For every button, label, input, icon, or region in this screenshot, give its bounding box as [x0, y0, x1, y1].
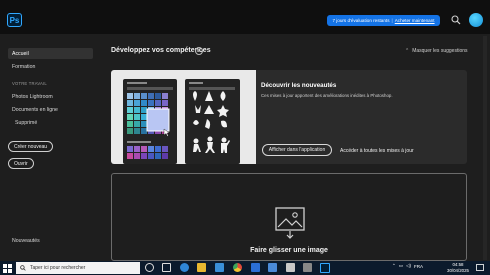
task-view-icon[interactable]: [162, 263, 171, 272]
sidebar-item-label: Photos Lightroom: [12, 93, 53, 100]
app-icon[interactable]: [303, 263, 312, 272]
image-upload-icon: [275, 207, 305, 239]
volume-icon[interactable]: ◁): [406, 263, 411, 269]
photoshop-taskbar-icon[interactable]: [320, 263, 330, 273]
info-icon[interactable]: i: [195, 47, 203, 55]
sidebar-item-home[interactable]: Accueil: [8, 48, 93, 59]
shapes-grid-graphic: [189, 82, 235, 153]
open-button[interactable]: Ouvrir: [8, 158, 34, 169]
card-thumbnail: [111, 70, 256, 164]
word-icon[interactable]: [268, 263, 277, 272]
sidebar-item-whats-new[interactable]: Nouveautés: [8, 235, 93, 246]
hide-suggestions-label: Masquer les suggestions: [412, 48, 468, 54]
system-tray: ⌃ ▭ ◁) FRA: [392, 263, 423, 269]
sidebar-heading-your-work: VOTRE TRAVAIL: [12, 81, 47, 86]
photoshop-logo[interactable]: Ps: [7, 13, 22, 27]
sidebar-item-lightroom-photos[interactable]: Photos Lightroom: [8, 91, 93, 102]
language-indicator[interactable]: FRA: [414, 264, 423, 269]
trial-days-label: 7 jours d'évaluation restants: [332, 18, 390, 23]
hide-suggestions-button[interactable]: ⌃ Masquer les suggestions: [405, 48, 468, 54]
sidebar-item-label: Accueil: [12, 50, 29, 57]
vertical-scrollbar[interactable]: [483, 36, 487, 260]
chrome-icon[interactable]: [233, 263, 242, 272]
search-icon[interactable]: [451, 15, 461, 25]
notification-icon[interactable]: [476, 264, 484, 272]
sidebar-item-label: Nouveautés: [12, 237, 40, 244]
cortana-icon[interactable]: [145, 263, 154, 272]
trial-separator: |: [391, 18, 393, 23]
user-avatar-icon[interactable]: [469, 13, 483, 27]
taskbar-clock[interactable]: 04:58 30/04/2025: [447, 262, 469, 274]
view-in-app-button[interactable]: Afficher dans l'application: [262, 144, 332, 156]
swatches-panel-image: [123, 79, 177, 164]
swatches-grid-graphic: [127, 82, 173, 159]
chevron-up-icon: ⌃: [405, 48, 410, 54]
windows-start-icon[interactable]: [3, 264, 12, 273]
store-icon[interactable]: [215, 263, 224, 272]
app-icon[interactable]: [286, 263, 295, 272]
top-bar: Ps 7 jours d'évaluation restants | Achet…: [0, 0, 490, 34]
file-explorer-icon[interactable]: [197, 263, 206, 272]
sidebar-item-deleted[interactable]: Supprimé: [8, 117, 93, 128]
trial-banner-button[interactable]: 7 jours d'évaluation restants | Acheter …: [327, 15, 440, 26]
sidebar-item-label: Documents en ligne: [12, 106, 58, 113]
sidebar: Accueil Formation VOTRE TRAVAIL Photos L…: [0, 34, 100, 261]
drop-zone-label: Faire glisser une image: [250, 247, 328, 254]
sidebar-item-cloud-documents[interactable]: Documents en ligne: [8, 104, 93, 115]
network-icon[interactable]: ▭: [399, 263, 403, 269]
card-description: Ces mises à jour apportent des améliorat…: [261, 93, 393, 98]
mail-icon[interactable]: [251, 263, 260, 272]
taskbar-search-placeholder: Taper ici pour rechercher: [30, 265, 86, 271]
image-drop-zone[interactable]: Faire glisser une image: [111, 173, 467, 261]
sidebar-item-learn[interactable]: Formation: [8, 61, 93, 72]
shapes-panel-image: [185, 79, 240, 164]
taskbar-search-box[interactable]: Taper ici pour rechercher: [16, 262, 140, 274]
clock-date: 30/04/2025: [447, 268, 469, 273]
search-icon: [20, 265, 26, 271]
photoshop-home-window: Ps 7 jours d'évaluation restants | Achet…: [0, 0, 490, 261]
create-new-button[interactable]: Créer nouveau: [8, 141, 54, 152]
card-title: Découvrir les nouveautés: [261, 82, 337, 89]
edge-icon[interactable]: [180, 263, 189, 272]
sidebar-item-label: Supprimé: [15, 119, 38, 126]
buy-now-link[interactable]: Acheter maintenant: [395, 18, 435, 23]
chevron-up-icon[interactable]: ⌃: [392, 263, 396, 269]
all-updates-link[interactable]: Accéder à toutes les mises à jour: [340, 148, 414, 154]
sidebar-item-label: Formation: [12, 63, 36, 70]
windows-taskbar: Taper ici pour rechercher ⌃ ▭ ◁) FRA 04:…: [0, 261, 490, 275]
